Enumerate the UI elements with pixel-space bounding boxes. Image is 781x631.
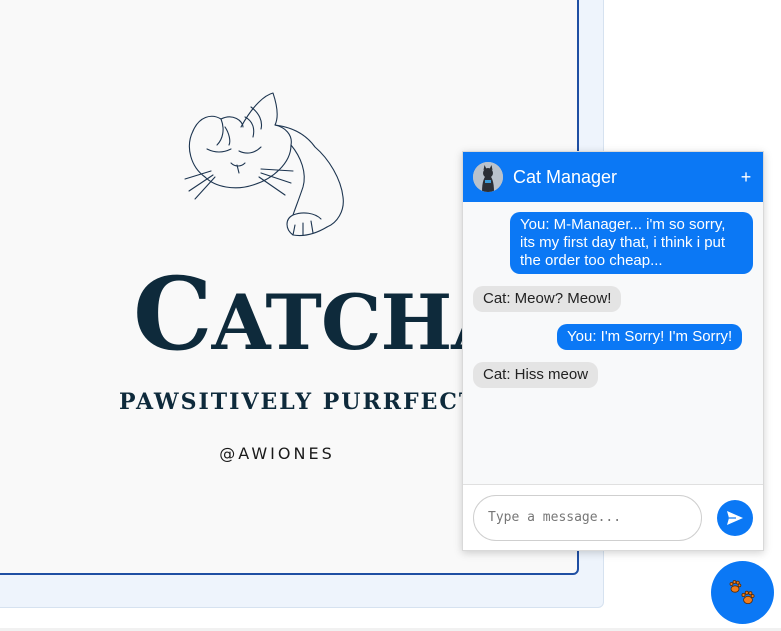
chat-messages: You: M-Manager... i'm so sorry, its my f… (463, 202, 763, 484)
chat-input-bar (463, 484, 763, 550)
message-cat: Cat: Hiss meow (473, 362, 599, 388)
chat-widget: Cat Manager + You: M-Manager... i'm so s… (462, 151, 764, 551)
chat-header: Cat Manager + (463, 152, 763, 202)
cat-avatar-icon (473, 162, 503, 192)
message-user: You: I'm Sorry! I'm Sorry! (557, 324, 743, 350)
message-cat: Cat: Meow? Meow! (473, 286, 622, 312)
send-button[interactable] (717, 499, 753, 536)
tagline: PAWSITIVELY PURRFECT (119, 389, 478, 415)
avatar (473, 162, 503, 192)
author-handle: @AWIONES (219, 444, 335, 463)
chat-toggle-button[interactable] (711, 561, 774, 624)
expand-button[interactable]: + (739, 167, 753, 188)
cat-line-art-icon (184, 92, 344, 237)
chat-title: Cat Manager (513, 166, 618, 187)
catchat-logo: CATCHAT (133, 255, 562, 373)
send-arrow-icon (727, 510, 743, 525)
message-user: You: M-Manager... i'm so sorry, its my f… (510, 212, 753, 274)
message-input[interactable] (473, 494, 702, 541)
paw-prints-icon (729, 579, 755, 604)
